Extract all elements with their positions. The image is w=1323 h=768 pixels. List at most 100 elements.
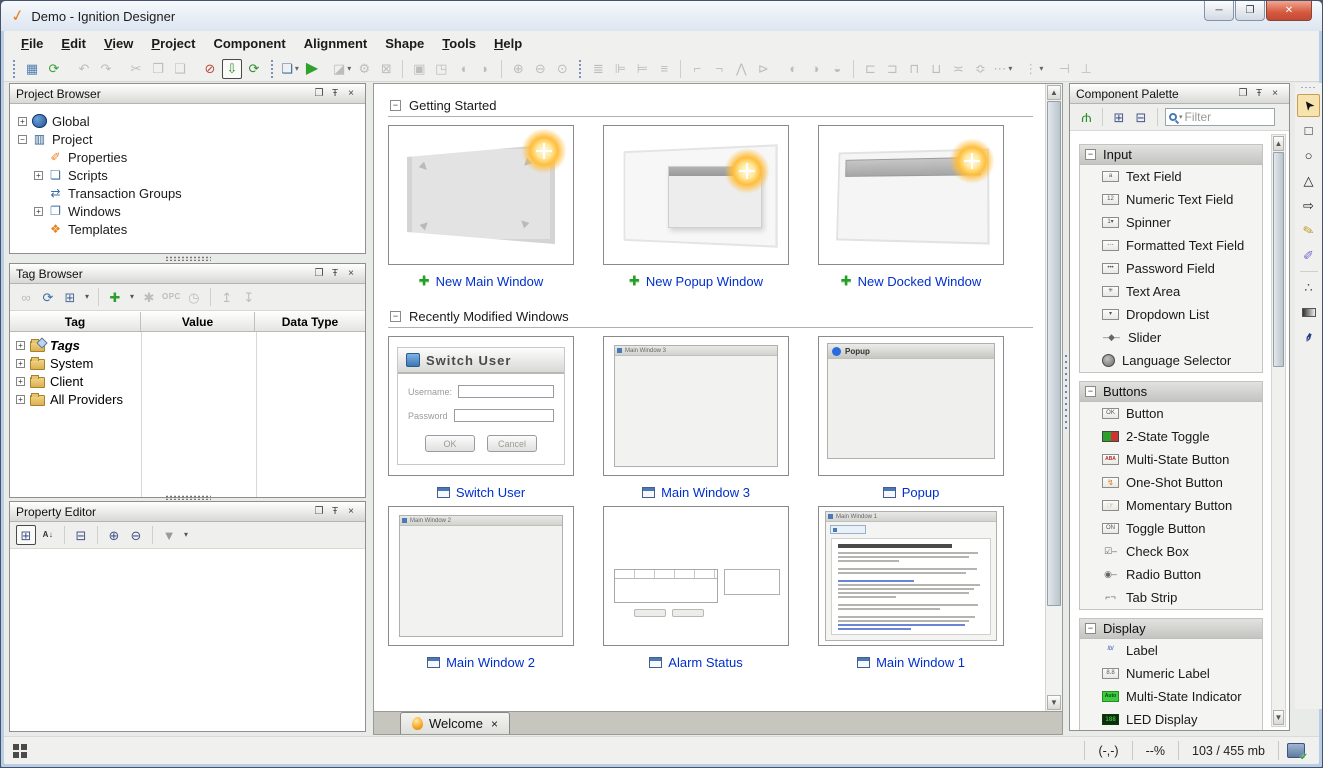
palette-item-2-state-toggle[interactable]: 2-State Toggle	[1080, 425, 1262, 448]
link-new-popup-window[interactable]: New Popup Window	[646, 274, 763, 289]
collapse-icon[interactable]: −	[1085, 386, 1096, 397]
prop-show-description[interactable]: ⊟	[71, 525, 91, 545]
float-icon[interactable]: ❐	[1235, 88, 1251, 99]
tool-align-right[interactable]: ⊐	[882, 59, 902, 79]
tree-item-scripts[interactable]: +❏Scripts	[18, 166, 365, 184]
title-bar[interactable]: ✓ Demo - Ignition Designer	[1, 1, 1322, 31]
tag-drag-indicator[interactable]: ✱	[139, 287, 159, 307]
thumbnail-main-window-3[interactable]: Main Window 3	[603, 336, 789, 476]
close-icon[interactable]: ×	[343, 268, 359, 279]
link-main-window-2[interactable]: Main Window 2	[446, 655, 535, 670]
pen-tool[interactable]: ✎	[1297, 219, 1320, 242]
thumbnail-popup[interactable]: Popup	[818, 336, 1004, 476]
tag-new-tag[interactable]: ✚	[105, 287, 125, 307]
tool-transform[interactable]: ⚙	[354, 59, 374, 79]
tool-db-commit[interactable]: ⇩	[222, 59, 242, 79]
rectangle-tool[interactable]: □	[1297, 119, 1320, 142]
menu-tools[interactable]: Tools	[433, 33, 485, 54]
ellipse-tool[interactable]: ○	[1297, 144, 1320, 167]
tag-row-system[interactable]: +System	[10, 354, 365, 372]
tool-stack[interactable]: ⋮▾	[1023, 59, 1044, 79]
tool-open-window[interactable]: ❏▾	[280, 59, 300, 79]
menu-alignment[interactable]: Alignment	[295, 33, 377, 54]
palette-item-text-field[interactable]: aText Field	[1080, 165, 1262, 188]
link-new-docked-window[interactable]: New Docked Window	[858, 274, 982, 289]
thumbnail-new-docked-window[interactable]	[818, 125, 1004, 265]
prop-categorized-view[interactable]: ⊞	[16, 525, 36, 545]
tag-import-tags[interactable]: ↥	[217, 287, 237, 307]
expander-plus-icon[interactable]: +	[16, 341, 25, 350]
menu-project[interactable]: Project	[142, 33, 204, 54]
tool-flip-vertical[interactable]: ⊳	[753, 59, 773, 79]
tool-align-left[interactable]: ⊏	[860, 59, 880, 79]
tool-handle[interactable]	[579, 60, 581, 78]
component-palette-header[interactable]: Component Palette ❐ Ŧ ×	[1070, 84, 1289, 104]
tag-opc-browser[interactable]: OPC	[161, 287, 182, 307]
grid-toggle-icon[interactable]	[13, 744, 27, 758]
tool-align-top[interactable]: ⊓	[904, 59, 924, 79]
tool-snap-grid[interactable]: ≣	[588, 59, 608, 79]
tab-welcome[interactable]: Welcome ×	[400, 712, 510, 734]
collapse-icon[interactable]: −	[1085, 623, 1096, 634]
palette-item-one-shot-button[interactable]: ↯One-Shot Button	[1080, 471, 1262, 494]
collapse-icon[interactable]: −	[390, 100, 401, 111]
tree-item-windows[interactable]: +❐Windows	[18, 202, 365, 220]
palette-filter-input[interactable]	[1185, 110, 1255, 124]
palette-section-header-buttons[interactable]: −Buttons	[1080, 382, 1262, 402]
tool-align-bottom[interactable]: ⊔	[926, 59, 946, 79]
palette-item-password-field[interactable]: •••Password Field	[1080, 257, 1262, 280]
tool-package[interactable]: ◪▾	[332, 59, 352, 79]
scroll-down-icon[interactable]: ▼	[1047, 695, 1061, 710]
tag-browser-header[interactable]: Tag Browser ❐ Ŧ ×	[10, 264, 365, 284]
expander-plus-icon[interactable]: +	[34, 207, 43, 216]
menu-shape[interactable]: Shape	[376, 33, 433, 54]
prop-filter-properties[interactable]: ▼	[159, 525, 179, 545]
palette-item-button[interactable]: OKButton	[1080, 402, 1262, 425]
tool-snap-guides[interactable]: ⊫	[610, 59, 630, 79]
palette-item-multi-state-indicator[interactable]: AutoMulti-State Indicator	[1080, 685, 1262, 708]
palette-item-led-display[interactable]: 188LED Display	[1080, 708, 1262, 730]
thumbnail-alarm-status[interactable]	[603, 506, 789, 646]
column-header-value[interactable]: Value	[141, 312, 255, 331]
line-tool[interactable]: ∴	[1297, 276, 1320, 299]
tag-find-tag[interactable]: ∞	[16, 287, 36, 307]
close-icon[interactable]: ×	[343, 88, 359, 99]
tool-guide-settings[interactable]: ≡	[654, 59, 674, 79]
tool-rotate-ccw[interactable]: ⌐	[687, 59, 707, 79]
thumbnail-switch-user[interactable]: Switch UserUsername:PasswordOKCancel	[388, 336, 574, 476]
tag-scan-classes[interactable]: ◷	[184, 287, 204, 307]
tool-match-width[interactable]: ⊣	[1054, 59, 1074, 79]
tag-tag-editor[interactable]: ⊞	[60, 287, 80, 307]
tool-preview-mode[interactable]: ▶	[302, 59, 322, 79]
tool-snap-edges[interactable]: ⊨	[632, 59, 652, 79]
tag-row-client[interactable]: +Client	[10, 372, 365, 390]
tool-copy[interactable]: ❐	[148, 59, 168, 79]
palette-item-toggle-button[interactable]: ONToggle Button	[1080, 517, 1262, 540]
expander-plus-icon[interactable]: +	[34, 171, 43, 180]
tool-match-height[interactable]: ⊥	[1076, 59, 1096, 79]
tag-row-tags[interactable]: +Tags	[10, 336, 365, 354]
palette-section-header-input[interactable]: −Input	[1080, 145, 1262, 165]
tool-handle[interactable]	[13, 60, 15, 78]
canvas-vertical-scrollbar[interactable]: ▲ ▼	[1045, 84, 1062, 711]
thumbnail-new-main-window[interactable]: ▼▼▲▲	[388, 125, 574, 265]
palette-section-header-display[interactable]: −Display	[1080, 619, 1262, 639]
tag-export-tags[interactable]: ↧	[239, 287, 259, 307]
scroll-up-icon[interactable]: ▲	[1047, 85, 1061, 100]
tool-db-update[interactable]: ⟳	[244, 59, 264, 79]
scroll-down-icon[interactable]: ▼	[1273, 710, 1284, 725]
collapse-icon[interactable]: −	[1085, 149, 1096, 160]
scrollbar-thumb[interactable]	[1273, 152, 1284, 367]
tool-zoom-region[interactable]: ◳	[431, 59, 451, 79]
prop-filter-dropdown[interactable]: ▾	[181, 525, 191, 545]
tool-zoom-out[interactable]: ⊖	[530, 59, 550, 79]
tool-shape-intersect[interactable]: ◑	[805, 59, 825, 79]
tool-db-pending-changes[interactable]: ⊘	[200, 59, 220, 79]
palette-item-slider[interactable]: –◆–Slider	[1080, 326, 1262, 349]
tool-save-all[interactable]: ▦	[22, 59, 42, 79]
pin-icon[interactable]: Ŧ	[327, 506, 343, 517]
tab-close-icon[interactable]: ×	[491, 717, 498, 731]
arrow-tool[interactable]: ⇨	[1297, 194, 1320, 217]
tree-item-project[interactable]: −▥Project	[18, 130, 365, 148]
link-main-window-3[interactable]: Main Window 3	[661, 485, 750, 500]
